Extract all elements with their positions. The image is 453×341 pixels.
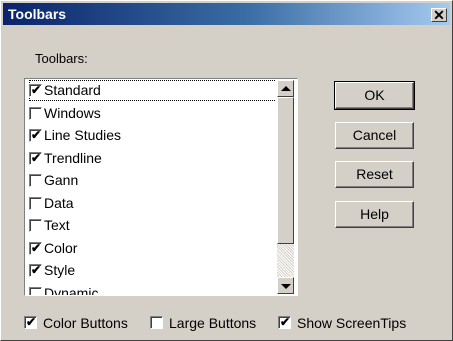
check-icon: ✔ [280,315,291,329]
toolbar-checkbox[interactable] [29,286,42,295]
toolbar-checkbox[interactable]: ✔ [29,263,42,277]
show-screentips-label: Show ScreenTips [297,315,407,331]
color-buttons-checkbox[interactable]: ✔ [24,315,37,329]
check-icon: ✔ [31,83,42,97]
close-button[interactable]: ✕ [431,7,447,23]
toolbar-checkbox[interactable]: ✔ [29,240,42,255]
toolbar-list-item[interactable]: ✔ Standard [29,80,276,101]
ok-button[interactable]: OK [334,81,415,110]
toolbar-checkbox[interactable]: ✔ [29,83,42,97]
cancel-button[interactable]: Cancel [335,122,414,149]
check-icon: ✔ [31,240,42,255]
toolbar-list-item[interactable]: Gann [29,170,276,191]
toolbar-list-item[interactable]: Windows [29,103,276,124]
toolbar-list-item[interactable]: ✔ Line Studies [29,125,276,146]
toolbar-item-label: Dynamic [44,284,99,296]
toolbar-list-item[interactable]: ✔ Style [29,260,276,281]
toolbar-item-label: Standard [44,82,101,98]
toolbar-list-item[interactable]: Data [29,193,276,214]
scroll-down-button[interactable] [277,277,294,294]
reset-button[interactable]: Reset [335,161,414,188]
check-icon: ✔ [31,263,42,277]
toolbar-item-label: Windows [44,104,101,121]
toolbar-checkbox[interactable]: ✔ [29,128,42,142]
toolbar-item-label: Style [44,262,76,278]
title-bar[interactable]: Toolbars ✕ [3,3,450,25]
toolbar-list: ✔ Standard Windows ✔ Line Studies ✔ Trendline G… [26,80,276,296]
large-buttons-checkbox[interactable] [150,316,163,329]
toolbar-listbox[interactable]: ✔ Standard Windows ✔ Line Studies ✔ Trendline G… [24,78,298,296]
check-icon: ✔ [31,150,42,165]
toolbar-item-label: Gann [44,172,79,188]
toolbar-checkbox[interactable] [29,219,42,232]
window-title: Toolbars [8,6,67,22]
toolbar-list-item[interactable]: Dynamic [29,283,276,296]
check-icon: ✔ [31,128,42,142]
help-button[interactable]: Help [335,201,414,228]
down-arrow-icon [281,284,291,289]
display-options: ✔ Color Buttons Large Buttons ✔ Show Scr… [24,313,444,333]
scroll-up-button[interactable] [277,80,294,97]
toolbar-list-item[interactable]: ✔ Color [29,238,276,259]
toolbar-list-item[interactable]: ✔ Trendline [29,148,276,169]
large-buttons-label: Large Buttons [169,315,257,331]
scroll-thumb[interactable] [277,97,294,244]
toolbar-item-label: Data [44,194,74,211]
toolbar-item-label: Line Studies [44,127,122,143]
toolbar-item-label: Color [44,239,78,256]
toolbars-label: Toolbars: [35,51,88,66]
close-icon: ✕ [433,7,445,23]
toolbar-checkbox[interactable] [29,174,42,187]
check-icon: ✔ [26,315,37,329]
toolbar-checkbox[interactable]: ✔ [29,150,42,165]
up-arrow-icon [281,86,291,91]
toolbar-checkbox[interactable] [29,106,42,120]
toolbar-checkbox[interactable] [29,196,42,210]
toolbar-item-label: Text [44,217,70,233]
vertical-scrollbar[interactable] [277,80,294,294]
toolbars-dialog: Toolbars ✕ Toolbars: ✔ Standard Windows ✔ Li… [0,0,453,341]
color-buttons-label: Color Buttons [43,315,128,331]
toolbar-list-item[interactable]: Text [29,215,276,236]
toolbar-item-label: Trendline [44,149,102,166]
show-screentips-checkbox[interactable]: ✔ [278,315,291,329]
